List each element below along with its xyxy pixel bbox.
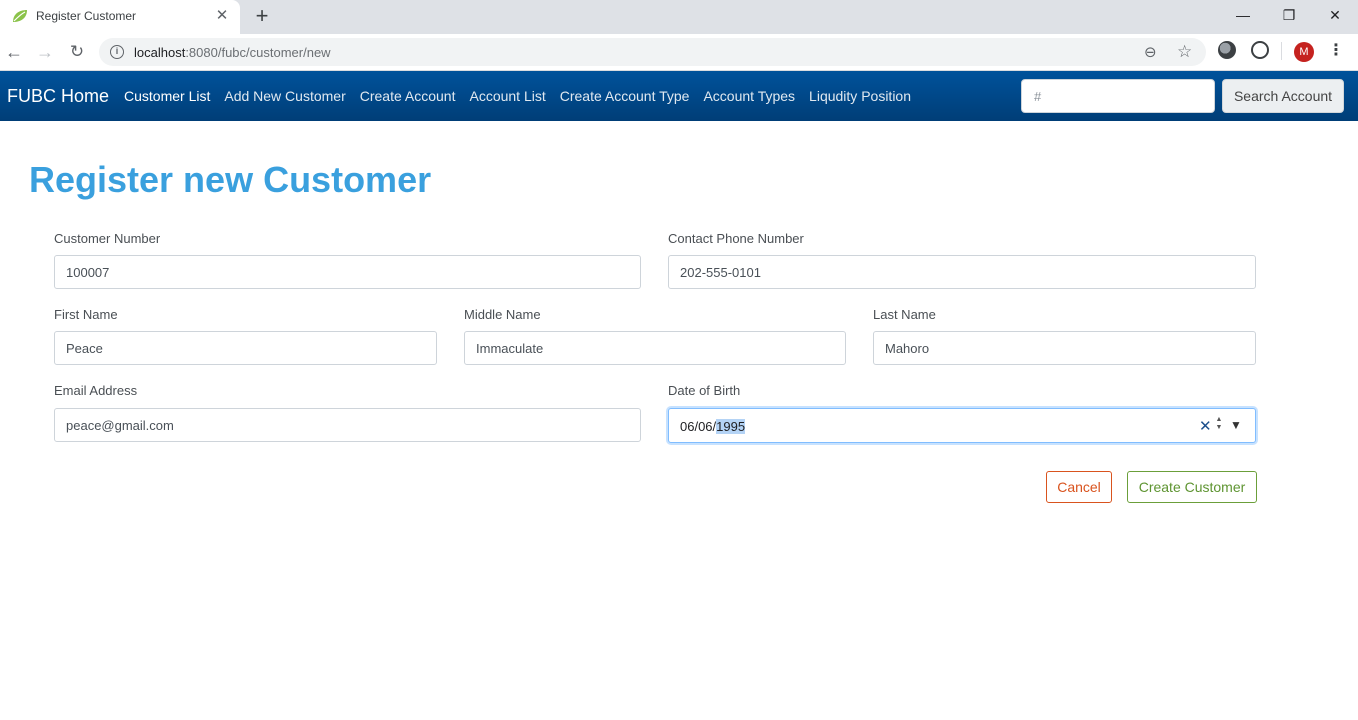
search-account-button[interactable]: Search Account bbox=[1222, 79, 1344, 113]
nav-account-list[interactable]: Account List bbox=[462, 88, 552, 104]
nav-liquidity-position[interactable]: Liqudity Position bbox=[802, 88, 918, 104]
minimize-window-icon[interactable]: — bbox=[1220, 0, 1266, 30]
last-name-label: Last Name bbox=[873, 307, 936, 322]
forward-arrow-icon[interactable]: → bbox=[33, 40, 57, 64]
contact-phone-input[interactable] bbox=[668, 255, 1256, 289]
create-customer-button[interactable]: Create Customer bbox=[1127, 471, 1257, 503]
customer-number-label: Customer Number bbox=[54, 231, 161, 246]
clear-date-icon[interactable]: ✕ bbox=[1199, 417, 1212, 435]
restore-window-icon[interactable]: ❐ bbox=[1266, 0, 1312, 30]
email-label: Email Address bbox=[54, 383, 138, 398]
nav-customer-list[interactable]: Customer List bbox=[117, 88, 217, 104]
tab-title: Register Customer bbox=[36, 9, 137, 23]
nav-create-account[interactable]: Create Account bbox=[353, 88, 463, 104]
first-name-label: First Name bbox=[54, 307, 118, 322]
date-of-birth-input[interactable]: 06/06/1995 ✕ ▲ ▼ ▼ bbox=[668, 408, 1256, 443]
address-bar[interactable]: i localhost:8080/fubc/customer/new ⊖ ☆ bbox=[99, 38, 1206, 66]
sync-extension-icon[interactable] bbox=[1251, 41, 1269, 59]
date-spinner-icon[interactable]: ▲ ▼ bbox=[1214, 416, 1224, 432]
url-text[interactable]: localhost:8080/fubc/customer/new bbox=[134, 45, 331, 60]
date-dropdown-icon[interactable]: ▼ bbox=[1230, 418, 1242, 432]
site-info-icon[interactable]: i bbox=[110, 45, 124, 59]
new-tab-icon[interactable]: + bbox=[250, 4, 274, 28]
browser-tab[interactable]: Register Customer ✕ bbox=[0, 0, 240, 34]
extension-icon[interactable] bbox=[1218, 41, 1236, 59]
app-navbar: FUBC Home Customer List Add New Customer… bbox=[0, 71, 1358, 121]
profile-avatar[interactable]: M bbox=[1294, 42, 1314, 62]
customer-number-input[interactable] bbox=[54, 255, 641, 289]
nav-add-new-customer[interactable]: Add New Customer bbox=[217, 88, 352, 104]
date-year-selected[interactable]: 1995 bbox=[716, 419, 746, 434]
date-of-birth-label: Date of Birth bbox=[668, 383, 741, 398]
browser-toolbar: ← → ↻ i localhost:8080/fubc/customer/new… bbox=[0, 34, 1358, 71]
last-name-input[interactable] bbox=[873, 331, 1256, 365]
navbar-links: Customer List Add New Customer Create Ac… bbox=[117, 88, 918, 104]
close-window-icon[interactable]: ✕ bbox=[1312, 0, 1358, 30]
contact-phone-label: Contact Phone Number bbox=[668, 231, 804, 246]
first-name-input[interactable] bbox=[54, 331, 437, 365]
back-arrow-icon[interactable]: ← bbox=[2, 40, 26, 64]
email-input[interactable] bbox=[54, 408, 641, 442]
close-tab-icon[interactable]: ✕ bbox=[212, 6, 232, 26]
date-of-birth-value: 06/06/1995 bbox=[680, 419, 746, 434]
nav-create-account-type[interactable]: Create Account Type bbox=[553, 88, 697, 104]
spring-leaf-icon bbox=[13, 10, 27, 22]
middle-name-label: Middle Name bbox=[464, 307, 541, 322]
account-search-input[interactable] bbox=[1021, 79, 1215, 113]
middle-name-input[interactable] bbox=[464, 331, 846, 365]
bookmark-star-icon[interactable]: ☆ bbox=[1177, 42, 1192, 62]
reload-icon[interactable]: ↻ bbox=[65, 40, 89, 64]
browser-menu-icon[interactable]: ⋮ bbox=[1328, 41, 1344, 61]
page-title: Register new Customer bbox=[29, 159, 432, 200]
browser-tabstrip: Register Customer ✕ + — ❐ ✕ bbox=[0, 0, 1358, 34]
zoom-out-icon[interactable]: ⊖ bbox=[1144, 43, 1157, 61]
toolbar-divider bbox=[1281, 42, 1282, 60]
cancel-button[interactable]: Cancel bbox=[1046, 471, 1112, 503]
navbar-brand[interactable]: FUBC Home bbox=[7, 86, 109, 107]
nav-account-types[interactable]: Account Types bbox=[696, 88, 802, 104]
